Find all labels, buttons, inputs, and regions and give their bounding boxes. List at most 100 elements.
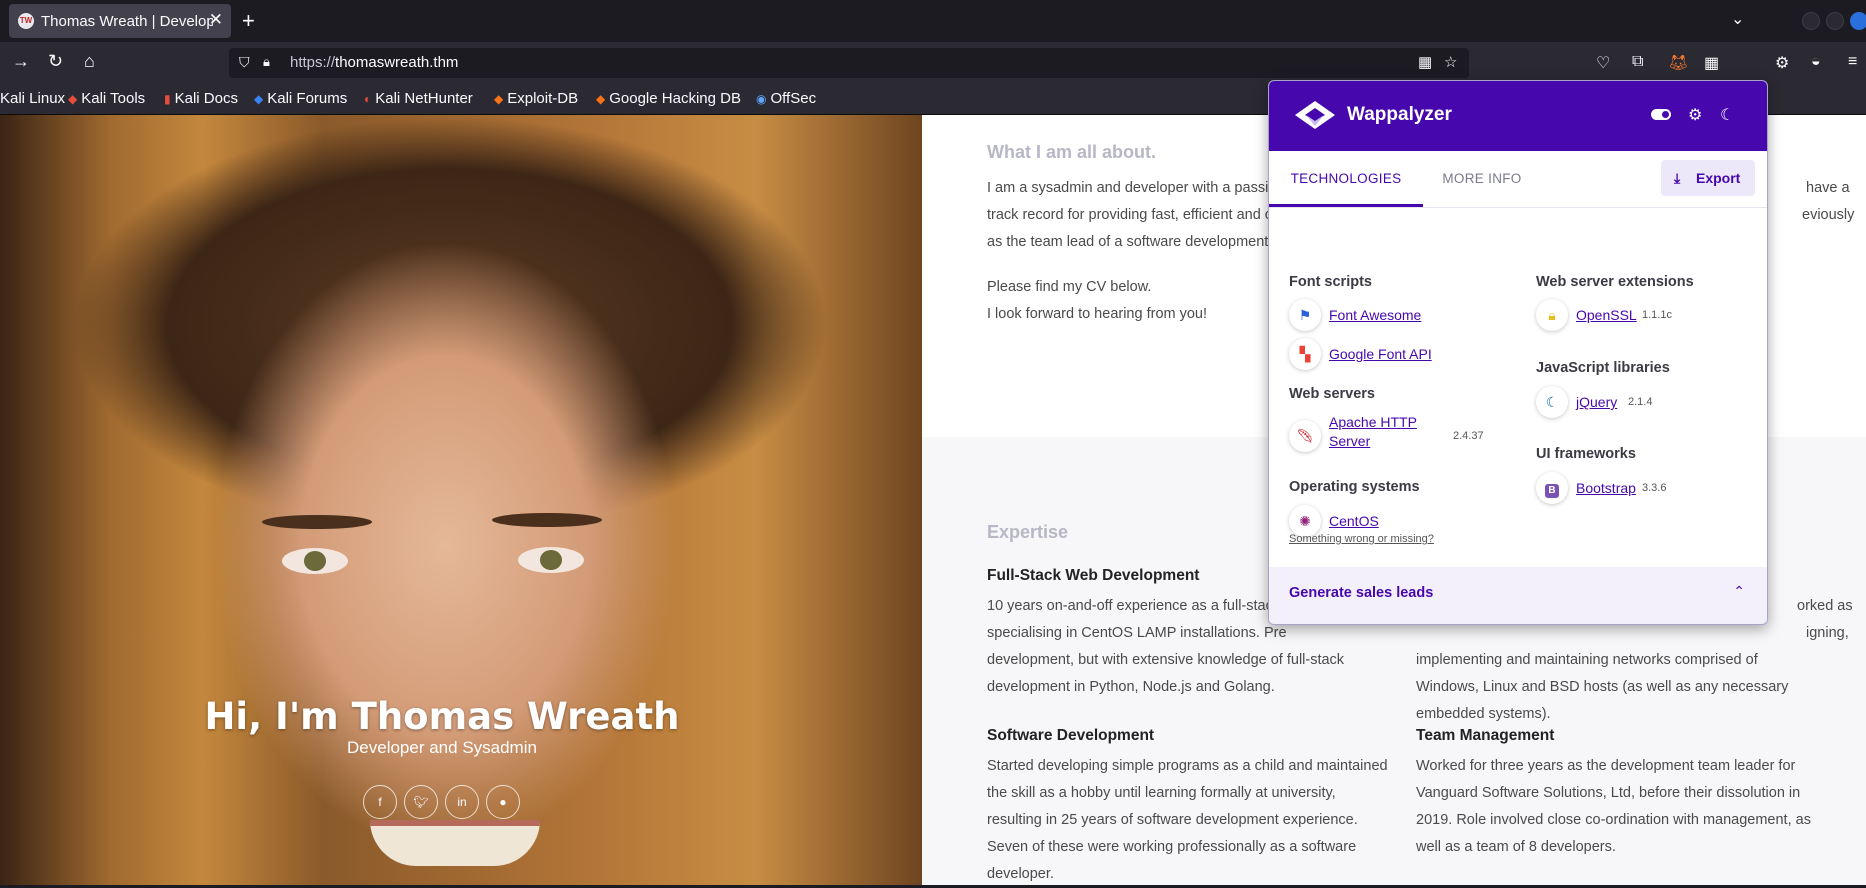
tech-version: 2.1.4: [1628, 396, 1653, 408]
addon-grid-icon[interactable]: ▦: [1704, 53, 1719, 73]
navigation-toolbar: → ↻ ⌂ ⛉ 🔒︎ https://thomaswreath.thm ▦ ☆ …: [0, 42, 1866, 118]
url-text[interactable]: https://thomaswreath.thm: [290, 54, 458, 71]
fullstack-line: development in Python, Node.js and Golan…: [987, 679, 1275, 695]
network-line: igning,: [1806, 625, 1849, 641]
toggle-switch-icon[interactable]: [1651, 109, 1671, 120]
team-line: Vanguard Software Solutions, Ltd, before…: [1416, 785, 1801, 801]
network-line: Windows, Linux and BSD hosts (as well as…: [1416, 679, 1789, 695]
extensions-icon[interactable]: ⧉: [1632, 53, 1643, 71]
software-line: Started developing simple programs as a …: [987, 758, 1388, 774]
tab-technologies[interactable]: TECHNOLOGIES: [1269, 151, 1423, 207]
chevron-up-icon[interactable]: ⌃: [1733, 583, 1745, 600]
foxyproxy-icon[interactable]: 🦊︎: [1668, 53, 1688, 73]
something-wrong-link[interactable]: Something wrong or missing?: [1289, 533, 1434, 545]
hero-title: Hi, I'm Thomas Wreath: [204, 695, 680, 738]
hero-subtitle: Developer and Sysadmin: [347, 738, 537, 757]
team-title: Team Management: [1416, 727, 1555, 744]
tab-favicon: TW: [18, 13, 34, 29]
lock-icon: 🔒︎: [1536, 299, 1568, 331]
list-all-tabs-icon[interactable]: ⌄: [1731, 9, 1744, 29]
sales-leads-title[interactable]: Generate sales leads: [1289, 585, 1433, 601]
fullstack-line: specialising in CentOS LAMP installation…: [987, 625, 1287, 641]
wappalyzer-brand: Wappalyzer: [1347, 104, 1452, 125]
bookmark-star-icon[interactable]: ☆: [1444, 53, 1457, 71]
minimize-button[interactable]: [1802, 12, 1820, 30]
browser-tab[interactable]: TW Thomas Wreath | Developer ✕: [9, 4, 231, 38]
tech-name[interactable]: Font Awesome: [1329, 307, 1421, 323]
about-line-3: as the team lead of a software developme…: [987, 234, 1269, 250]
maximize-button[interactable]: [1826, 12, 1844, 30]
home-icon[interactable]: ⌂: [84, 51, 95, 72]
about-line-2: track record for providing fast, efficie…: [987, 207, 1273, 223]
export-button[interactable]: ⤓ Export: [1661, 160, 1755, 196]
bookmark-kali-docs[interactable]: ▮ Kali Docs: [164, 90, 238, 107]
software-line: resulting in 25 years of software develo…: [987, 812, 1358, 828]
hero-section: Hi, I'm Thomas Wreath Developer and Sysa…: [0, 115, 922, 885]
bookmark-kali-linux[interactable]: Kali Linux: [0, 90, 65, 107]
portrait-eye-right: [518, 547, 584, 573]
about-line-1: I am a sysadmin and developer with a pas…: [987, 180, 1277, 196]
tech-name[interactable]: CentOS: [1329, 513, 1379, 529]
fullstack-line: development, but with extensive knowledg…: [987, 652, 1345, 668]
google-fonts-icon: ▚: [1289, 338, 1321, 370]
network-line: embedded systems).: [1416, 706, 1551, 722]
about-line-2-end: eviously: [1802, 207, 1855, 223]
category-web-servers: Web servers: [1289, 386, 1375, 402]
wappalyzer-tabs: TECHNOLOGIES MORE INFO ⤓ Export: [1269, 151, 1767, 208]
forward-icon[interactable]: →: [12, 51, 30, 72]
tech-name[interactable]: Bootstrap: [1576, 480, 1636, 496]
tech-name[interactable]: Google Font API: [1329, 346, 1432, 362]
settings-addon-icon[interactable]: ⚙: [1775, 53, 1789, 73]
tech-version: 3.3.6: [1642, 482, 1667, 494]
wappalyzer-logo-icon: [1295, 101, 1335, 129]
bookmark-offsec[interactable]: ◉ OffSec: [756, 90, 816, 107]
software-line: the skill as a hobby until learning form…: [987, 785, 1336, 801]
dark-mode-icon[interactable]: ☾: [1720, 105, 1734, 125]
cv-line: Please find my CV below.: [987, 279, 1152, 295]
bookmark-kali-tools[interactable]: ◆ Kali Tools: [68, 90, 145, 107]
settings-icon[interactable]: ⚙: [1688, 105, 1702, 125]
pocket-icon[interactable]: ♡: [1596, 53, 1610, 73]
qr-code-icon[interactable]: ▦: [1418, 53, 1432, 71]
close-tab-icon[interactable]: ✕: [209, 10, 223, 30]
twitter-icon[interactable]: 🐦︎: [404, 785, 438, 819]
category-font-scripts: Font scripts: [1289, 274, 1372, 290]
network-line: orked as: [1797, 598, 1853, 614]
tracking-shield-icon[interactable]: ⛉: [239, 54, 250, 71]
account-icon[interactable]: ◒: [1811, 53, 1821, 71]
portrait-brow-right: [492, 513, 602, 527]
flag-icon: ⚑: [1289, 299, 1321, 331]
tech-name[interactable]: OpenSSL: [1576, 307, 1637, 323]
category-web-server-extensions: Web server extensions: [1536, 274, 1694, 290]
category-operating-systems: Operating systems: [1289, 479, 1420, 495]
reload-icon[interactable]: ↻: [48, 51, 63, 72]
address-bar[interactable]: ⛉ 🔒︎ https://thomaswreath.thm ▦ ☆: [229, 48, 1469, 78]
fullstack-title: Full-Stack Web Development: [987, 567, 1200, 584]
tech-name[interactable]: jQuery: [1576, 394, 1617, 410]
software-line: Seven of these were working professional…: [987, 839, 1357, 855]
new-tab-button[interactable]: +: [242, 8, 255, 34]
lock-icon[interactable]: 🔒︎: [263, 54, 270, 70]
github-icon[interactable]: ●: [486, 785, 520, 819]
linkedin-icon[interactable]: in: [445, 785, 479, 819]
download-icon: ⤓: [1674, 170, 1681, 186]
tech-version: 1.1.1c: [1642, 309, 1672, 321]
bookmark-exploit-db[interactable]: ◆ Exploit-DB: [494, 90, 578, 107]
category-ui-frameworks: UI frameworks: [1536, 446, 1636, 462]
network-line: implementing and maintaining networks co…: [1416, 652, 1758, 668]
tech-name[interactable]: Server: [1329, 433, 1370, 449]
generate-sales-leads-panel[interactable]: Generate sales leads ⌃: [1269, 567, 1767, 624]
tab-more-info[interactable]: MORE INFO: [1423, 151, 1541, 207]
portrait-mouth: [370, 820, 540, 866]
bookmark-google-hacking-db[interactable]: ◆ Google Hacking DB: [596, 90, 741, 107]
apache-feather-icon: 🪶︎: [1289, 420, 1321, 452]
bookmark-kali-nethunter[interactable]: ◐ Kali NetHunter: [364, 90, 473, 107]
facebook-icon[interactable]: f: [363, 785, 397, 819]
close-window-button[interactable]: [1850, 12, 1866, 30]
fullstack-line: 10 years on-and-off experience as a full…: [987, 598, 1281, 614]
portrait-eye-left: [282, 548, 348, 574]
menu-icon[interactable]: ≡: [1848, 53, 1857, 71]
bookmark-kali-forums[interactable]: ◆ Kali Forums: [254, 90, 347, 107]
tech-name[interactable]: Apache HTTP: [1329, 414, 1417, 430]
wappalyzer-header: Wappalyzer ⚙ ☾: [1269, 81, 1767, 151]
